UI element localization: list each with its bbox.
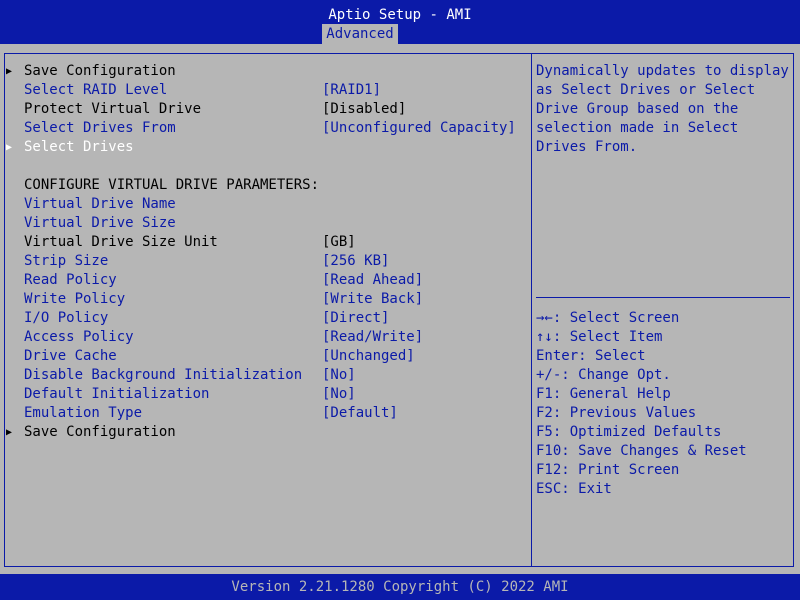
- menu-item-save-configuration[interactable]: ▶ Save Configuration: [0, 62, 530, 81]
- setting-label: Read Policy: [24, 272, 117, 288]
- setting-access-policy[interactable]: Access Policy [Read/Write]: [0, 328, 530, 347]
- help-text-line: Dynamically updates to display: [536, 63, 789, 79]
- right-triangle-icon: ▶: [6, 427, 13, 438]
- setting-io-policy[interactable]: I/O Policy [Direct]: [0, 309, 530, 328]
- setting-value[interactable]: [RAID1]: [322, 81, 381, 100]
- setting-label: Default Initialization: [24, 386, 210, 402]
- setting-label: Emulation Type: [24, 405, 143, 421]
- setting-value: [Disabled]: [322, 101, 407, 117]
- help-text-line: as Select Drives or Select: [536, 82, 756, 98]
- help-text-line: Drives From.: [536, 139, 638, 155]
- setting-label: Virtual Drive Size Unit: [24, 234, 218, 250]
- help-panel: Dynamically updates to display as Select…: [536, 62, 790, 157]
- help-text-line: selection made in Select: [536, 120, 739, 136]
- setting-value[interactable]: [No]: [322, 385, 356, 404]
- status-bar: Version 2.21.1280 Copyright (C) 2022 AMI: [0, 574, 800, 600]
- setting-label: Disable Background Initialization: [24, 367, 303, 383]
- setting-default-initialization[interactable]: Default Initialization [No]: [0, 385, 530, 404]
- bios-screen: Aptio Setup - AMI Advanced ▶ Save Config…: [0, 0, 800, 600]
- setting-label: Select RAID Level: [24, 82, 168, 98]
- tab-advanced[interactable]: Advanced: [322, 24, 398, 44]
- setting-raid-level[interactable]: Select RAID Level [RAID1]: [0, 81, 530, 100]
- key-legend: →←: Select Screen ↑↓: Select Item Enter:…: [536, 309, 790, 499]
- setting-drive-cache[interactable]: Drive Cache [Unchanged]: [0, 347, 530, 366]
- setting-label: Strip Size: [24, 253, 109, 269]
- setting-label: Access Policy: [24, 329, 134, 345]
- key-hint-optimized-defaults: F5: Optimized Defaults: [536, 424, 722, 440]
- menu-item-label: Select Drives: [24, 139, 134, 155]
- menu-item-label: Save Configuration: [24, 424, 176, 440]
- setting-label: I/O Policy: [24, 310, 109, 326]
- setting-label: Virtual Drive Size: [24, 215, 176, 231]
- setting-select-drives-from[interactable]: Select Drives From [Unconfigured Capacit…: [0, 119, 530, 138]
- setting-value: [GB]: [322, 234, 356, 250]
- key-hint-print-screen: F12: Print Screen: [536, 462, 680, 478]
- setting-virtual-drive-name[interactable]: Virtual Drive Name: [0, 195, 530, 214]
- key-hint-enter: Enter: Select: [536, 348, 646, 364]
- key-hint-select-item: ↑↓: Select Item: [536, 329, 663, 345]
- panel-divider: [531, 53, 532, 567]
- menu-item-label: Save Configuration: [24, 63, 176, 79]
- key-hint-change-opt: +/-: Change Opt.: [536, 367, 671, 383]
- setting-label: Protect Virtual Drive: [24, 101, 202, 117]
- setting-value[interactable]: [Unchanged]: [322, 347, 415, 366]
- key-hint-exit: ESC: Exit: [536, 481, 612, 497]
- setting-label: Drive Cache: [24, 348, 117, 364]
- setting-protect-virtual-drive: Protect Virtual Drive [Disabled]: [0, 100, 530, 119]
- setting-emulation-type[interactable]: Emulation Type [Default]: [0, 404, 530, 423]
- title-bar: Aptio Setup - AMI Advanced: [0, 0, 800, 44]
- setting-virtual-drive-size[interactable]: Virtual Drive Size: [0, 214, 530, 233]
- setting-value[interactable]: [Unconfigured Capacity]: [322, 119, 516, 138]
- setting-virtual-drive-size-unit: Virtual Drive Size Unit [GB]: [0, 233, 530, 252]
- key-hint-general-help: F1: General Help: [536, 386, 671, 402]
- setting-strip-size[interactable]: Strip Size [256 KB]: [0, 252, 530, 271]
- setting-label: Select Drives From: [24, 120, 176, 136]
- setting-value[interactable]: [Direct]: [322, 309, 389, 328]
- menu-item-select-drives[interactable]: ▶ Select Drives: [0, 138, 530, 157]
- setting-label: Virtual Drive Name: [24, 196, 176, 212]
- setting-value[interactable]: [256 KB]: [322, 252, 389, 271]
- settings-panel: ▶ Save Configuration Select RAID Level […: [0, 62, 530, 442]
- setting-value[interactable]: [No]: [322, 366, 356, 385]
- key-hint-previous-values: F2: Previous Values: [536, 405, 697, 421]
- app-title: Aptio Setup - AMI: [328, 7, 472, 23]
- right-triangle-icon: ▶: [6, 142, 13, 153]
- section-heading: CONFIGURE VIRTUAL DRIVE PARAMETERS:: [0, 176, 530, 195]
- setting-disable-background-initialization[interactable]: Disable Background Initialization [No]: [0, 366, 530, 385]
- help-divider: [536, 297, 790, 298]
- setting-value[interactable]: [Default]: [322, 404, 398, 423]
- setting-label: Write Policy: [24, 291, 126, 307]
- right-triangle-icon: ▶: [6, 66, 13, 77]
- setting-write-policy[interactable]: Write Policy [Write Back]: [0, 290, 530, 309]
- key-hint-save-reset: F10: Save Changes & Reset: [536, 443, 747, 459]
- setting-value[interactable]: [Write Back]: [322, 290, 423, 309]
- setting-value[interactable]: [Read/Write]: [322, 328, 423, 347]
- key-hint-select-screen: →←: Select Screen: [536, 310, 680, 326]
- setting-value[interactable]: [Read Ahead]: [322, 271, 423, 290]
- menu-item-save-configuration-bottom[interactable]: ▶ Save Configuration: [0, 423, 530, 442]
- version-text: Version 2.21.1280 Copyright (C) 2022 AMI: [231, 579, 569, 595]
- section-heading-text: CONFIGURE VIRTUAL DRIVE PARAMETERS:: [24, 177, 320, 193]
- help-text-line: Drive Group based on the: [536, 101, 739, 117]
- setting-read-policy[interactable]: Read Policy [Read Ahead]: [0, 271, 530, 290]
